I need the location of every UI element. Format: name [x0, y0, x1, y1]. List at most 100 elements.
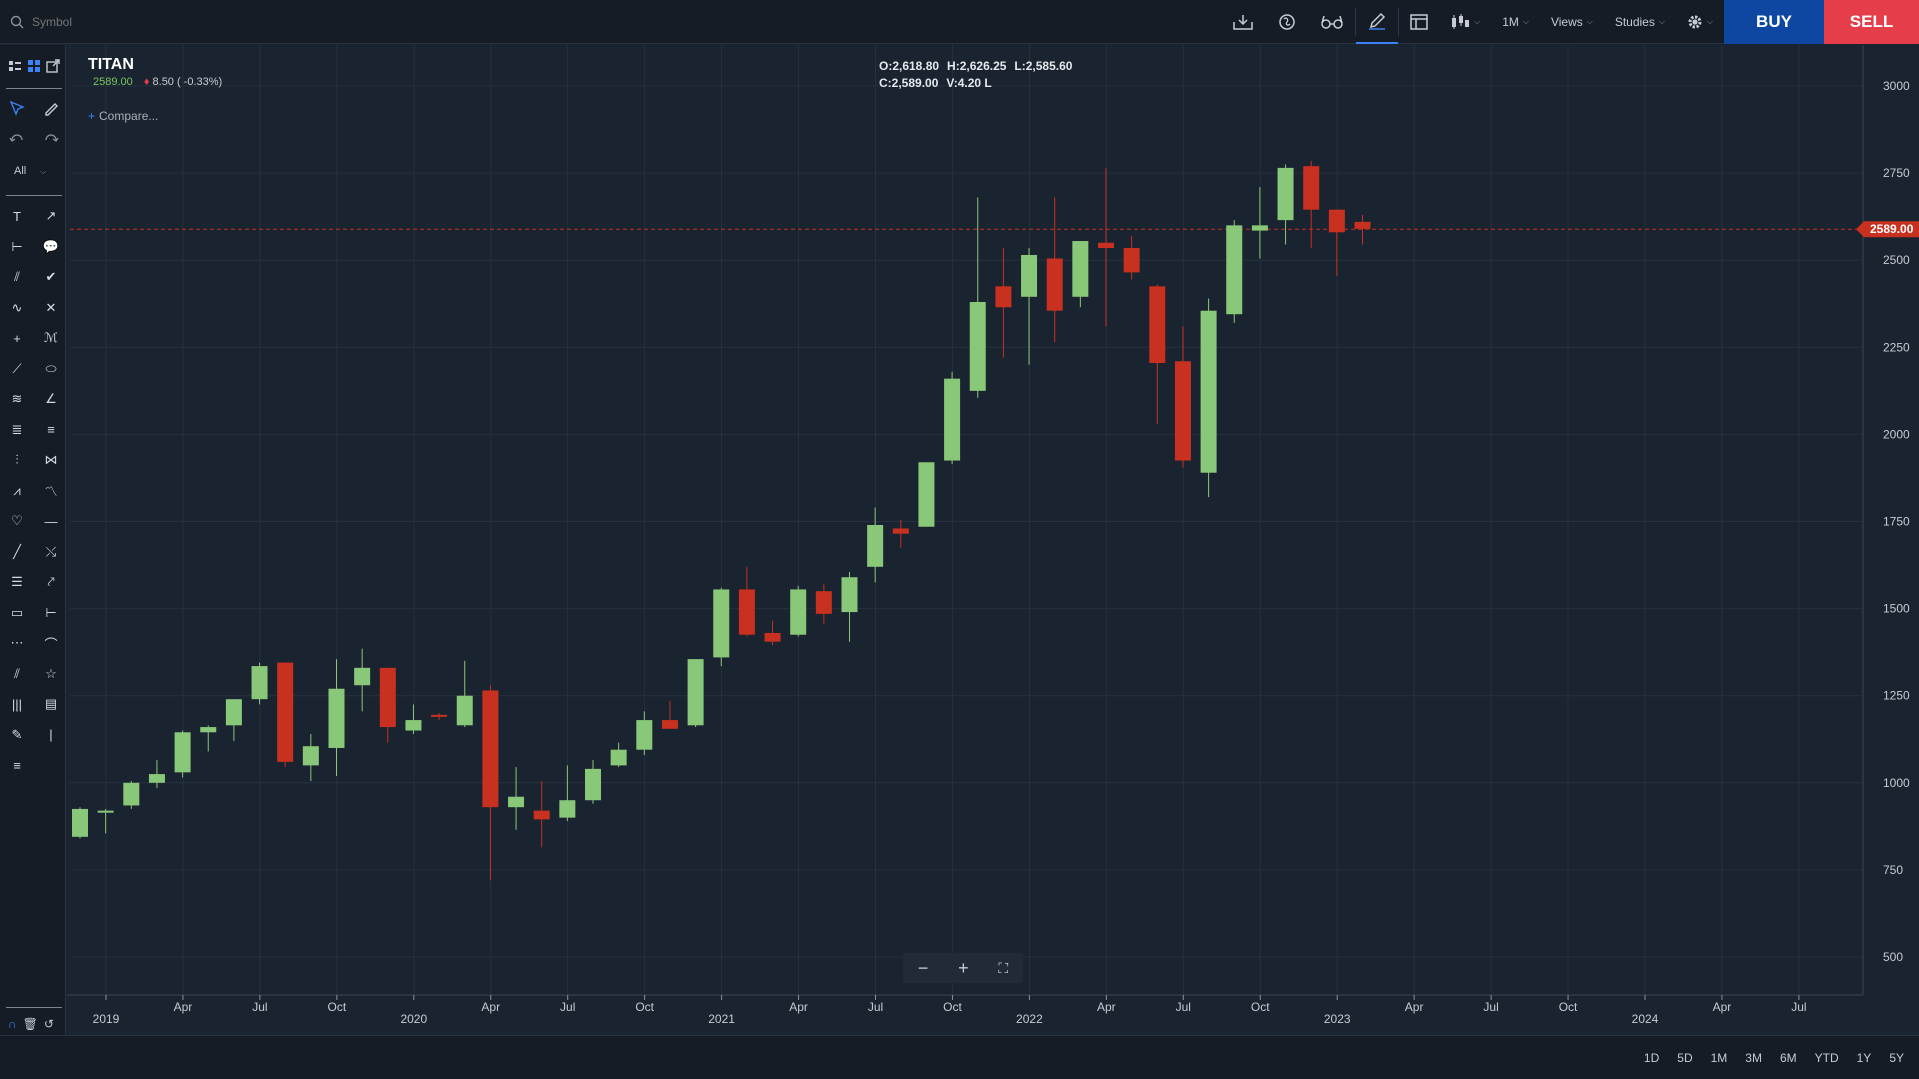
heart-icon[interactable]: ♡: [6, 510, 28, 532]
rectangle-icon[interactable]: ▭: [6, 602, 28, 624]
pen-tool-icon[interactable]: ⫽: [6, 663, 28, 685]
candle-body[interactable]: [636, 720, 653, 750]
ellipse-tool-icon[interactable]: ⬭: [40, 358, 62, 380]
candle-body[interactable]: [405, 720, 422, 731]
measure-tool-icon[interactable]: ⊢: [6, 236, 28, 258]
fullscreen-icon[interactable]: ⛶: [998, 960, 1008, 977]
gann-fan-icon[interactable]: ∠: [40, 388, 62, 410]
vertical-line-icon[interactable]: |: [40, 724, 62, 746]
candle-body[interactable]: [585, 768, 601, 801]
candle-body[interactable]: [1277, 167, 1294, 221]
vertical-lines-icon[interactable]: |||: [6, 693, 28, 715]
candle-body[interactable]: [508, 796, 525, 808]
candle-body[interactable]: [610, 749, 627, 766]
candle-body[interactable]: [1226, 225, 1243, 315]
brain-button[interactable]: [1265, 0, 1309, 44]
candle-body[interactable]: [738, 589, 755, 635]
candle-body[interactable]: [302, 746, 319, 766]
candle-body[interactable]: [97, 810, 114, 813]
studies-dropdown[interactable]: Studies ⌵: [1604, 0, 1676, 44]
range-button-1m[interactable]: 1M: [1702, 1051, 1737, 1065]
table-grid-icon[interactable]: ▤: [40, 693, 62, 715]
popout-icon[interactable]: [43, 55, 62, 77]
zoom-out-button[interactable]: −: [918, 958, 929, 979]
download-button[interactable]: [1221, 0, 1265, 44]
candle-body[interactable]: [533, 810, 550, 820]
range-button-ytd[interactable]: YTD: [1806, 1051, 1848, 1065]
candle-body[interactable]: [1046, 258, 1063, 311]
trend-line-icon[interactable]: ╱: [6, 541, 28, 563]
candle-body[interactable]: [944, 378, 961, 461]
bowtie-icon[interactable]: ⋈: [40, 449, 62, 471]
horizontal-line-icon[interactable]: —: [40, 510, 62, 532]
candle-body[interactable]: [200, 727, 217, 733]
candle-body[interactable]: [867, 524, 884, 567]
candle-body[interactable]: [969, 302, 986, 391]
text-tool-icon[interactable]: T: [6, 205, 28, 227]
sell-button[interactable]: SELL: [1824, 0, 1919, 44]
candle-body[interactable]: [918, 462, 935, 527]
eraser-icon[interactable]: [40, 97, 62, 119]
align-text-icon[interactable]: ≡: [6, 754, 28, 776]
magnet-icon[interactable]: ∩: [8, 1017, 17, 1031]
settings-button[interactable]: ⌵: [1676, 0, 1724, 44]
candle-body[interactable]: [1251, 225, 1268, 231]
wave-tool-icon[interactable]: ∿: [6, 297, 28, 319]
candle-body[interactable]: [1149, 286, 1166, 363]
range-button-5y[interactable]: 5Y: [1880, 1051, 1913, 1065]
glasses-button[interactable]: [1309, 0, 1355, 44]
candle-body[interactable]: [72, 808, 88, 837]
fib-extension-icon[interactable]: ≡: [40, 419, 62, 441]
search-input[interactable]: [32, 15, 432, 29]
buy-button[interactable]: BUY: [1724, 0, 1824, 44]
cursor-icon[interactable]: [6, 97, 28, 119]
candle-body[interactable]: [1123, 248, 1140, 273]
candle-body[interactable]: [661, 720, 678, 729]
ray-tool-icon[interactable]: ⤯: [40, 541, 62, 563]
candle-body[interactable]: [559, 800, 576, 818]
signature-tool-icon[interactable]: ℳ: [40, 327, 62, 349]
range-tool-icon[interactable]: ⊢: [40, 602, 62, 624]
range-button-3m[interactable]: 3M: [1736, 1051, 1771, 1065]
candle-body[interactable]: [1200, 310, 1217, 473]
symbol-search[interactable]: [0, 0, 600, 44]
candle-body[interactable]: [687, 659, 704, 726]
candle-body[interactable]: [764, 632, 781, 642]
candle-body[interactable]: [1354, 221, 1371, 229]
candle-body[interactable]: [251, 666, 268, 700]
fib-retracement-icon[interactable]: ≣: [6, 419, 28, 441]
note-tool-icon[interactable]: ✎: [6, 724, 28, 746]
candle-body[interactable]: [1098, 242, 1114, 249]
zigzag-icon[interactable]: 〽: [40, 480, 62, 502]
compare-button[interactable]: + Compare...: [88, 109, 158, 123]
candle-body[interactable]: [815, 591, 832, 614]
regression-icon[interactable]: ⋯: [6, 632, 28, 654]
projection-icon[interactable]: ⤤: [40, 571, 62, 593]
candle-body[interactable]: [225, 699, 242, 726]
undo-icon[interactable]: [6, 127, 28, 149]
range-button-5d[interactable]: 5D: [1668, 1051, 1701, 1065]
candle-body[interactable]: [790, 589, 807, 635]
grid-layout-icon[interactable]: [25, 55, 44, 77]
candle-body[interactable]: [713, 589, 730, 658]
history-icon[interactable]: ↺: [44, 1017, 54, 1031]
candle-body[interactable]: [456, 695, 473, 726]
candle-body[interactable]: [328, 688, 345, 748]
star-icon[interactable]: ☆: [40, 663, 62, 685]
range-button-1y[interactable]: 1Y: [1848, 1051, 1881, 1065]
candle-body[interactable]: [482, 690, 499, 808]
fan-tool-icon[interactable]: ⩘: [6, 480, 28, 502]
candle-body[interactable]: [123, 782, 140, 806]
table-button[interactable]: [1399, 0, 1439, 44]
callout-tool-icon[interactable]: 💬: [40, 236, 62, 258]
candle-body[interactable]: [431, 714, 448, 717]
fib-arc-icon[interactable]: ≋: [6, 388, 28, 410]
draw-button[interactable]: [1356, 0, 1399, 44]
interval-dropdown[interactable]: 1M ⌵: [1491, 0, 1540, 44]
crosshair-tool-icon[interactable]: +: [6, 327, 28, 349]
redo-icon[interactable]: [40, 127, 62, 149]
pitchfork-icon[interactable]: ⫶: [6, 449, 28, 471]
chart-type-button[interactable]: ⌵: [1439, 0, 1491, 44]
candle-body[interactable]: [277, 662, 294, 762]
range-button-1d[interactable]: 1D: [1635, 1051, 1668, 1065]
